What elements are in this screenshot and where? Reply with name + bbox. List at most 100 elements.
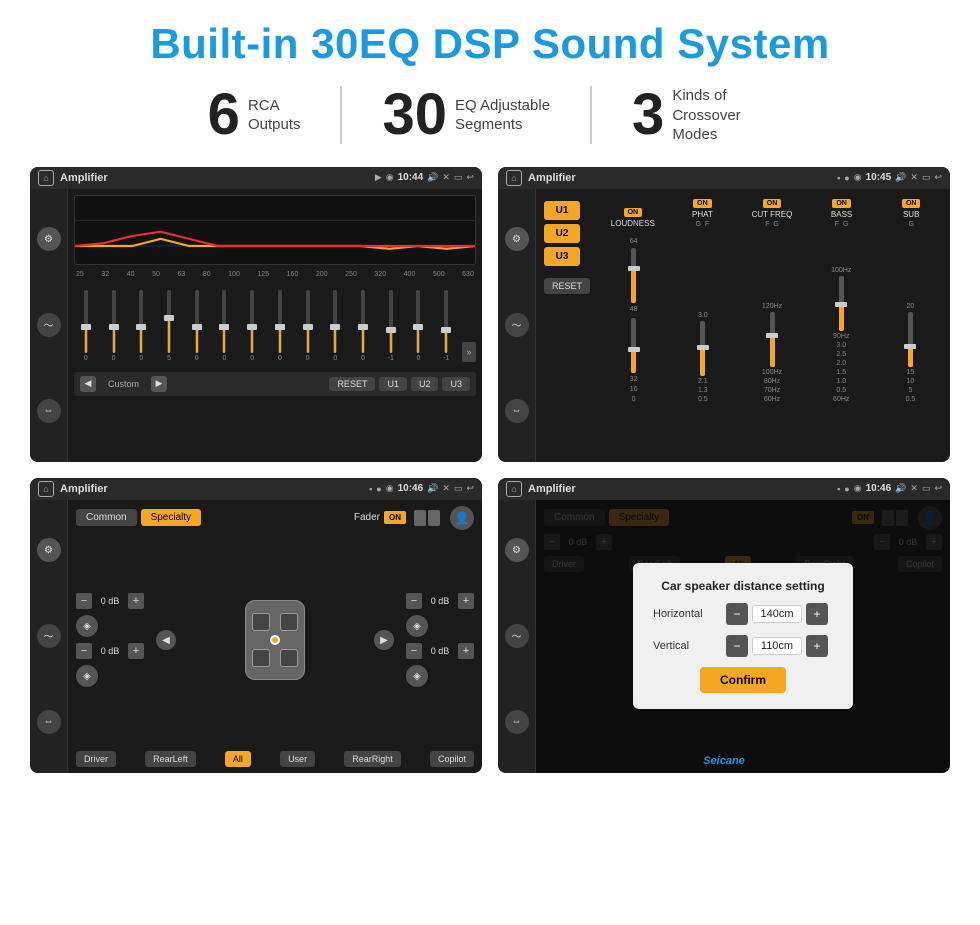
eq-u1-btn[interactable]: U1 (379, 377, 407, 391)
eq-graph: .grid-line { stroke: #333; stroke-width:… (74, 195, 476, 265)
amp-channels: ON LOUDNESS ON PHAT G F ON (602, 195, 942, 403)
modal-title: Car speaker distance setting (653, 579, 833, 593)
fader-driver-btn[interactable]: Driver (76, 751, 116, 767)
eq-u3-btn[interactable]: U3 (442, 377, 470, 391)
eq-slider-6[interactable]: 0 (213, 290, 237, 362)
eq-slider-10[interactable]: 0 (323, 290, 347, 362)
amp-arrows-icon[interactable]: ⇔ (505, 399, 529, 423)
eq-reset-btn[interactable]: RESET (329, 377, 375, 391)
amp-on-bass[interactable]: ON (832, 199, 851, 208)
fader-rearright-btn[interactable]: RearRight (344, 751, 401, 767)
fader-plus-fl[interactable]: + (128, 593, 144, 609)
amp-cutfreq-label: CUT FREQ (752, 210, 793, 219)
fader-user-btn[interactable]: User (280, 751, 315, 767)
fader-right-controls: − 0 dB + ◈ − 0 dB + ◈ (406, 593, 474, 687)
eq-main: .grid-line { stroke: #333; stroke-width:… (68, 189, 482, 462)
modal-vertical-value: 110cm (752, 637, 802, 655)
bass-slider[interactable] (839, 276, 844, 331)
eq-slider-7[interactable]: 0 (240, 290, 264, 362)
eq-slider-4[interactable]: 5 (157, 290, 181, 362)
fader-user-icon[interactable]: 👤 (450, 506, 474, 530)
fader-rearleft-btn[interactable]: RearLeft (145, 751, 196, 767)
modal-vertical-minus[interactable]: − (726, 635, 748, 657)
phat-slider[interactable] (700, 321, 705, 376)
dist-wave-icon[interactable]: 〜 (505, 624, 529, 648)
modal-horizontal-plus[interactable]: + (806, 603, 828, 625)
fader-val-rl: 0 dB (96, 646, 124, 656)
fader-plus-fr[interactable]: + (458, 593, 474, 609)
sub-slider[interactable] (908, 312, 913, 367)
amp-u3-btn[interactable]: U3 (544, 247, 580, 266)
dist-dot-icon: ● (844, 484, 849, 494)
stat-number-6: 6 (208, 86, 240, 144)
eq-slider-1[interactable]: 0 (74, 290, 98, 362)
amp-u2-btn[interactable]: U2 (544, 224, 580, 243)
screens-grid: Amplifier ▶ ◉ 10:44 🔊 ✕ ▭ ↩ ⚙ 〜 ⇔ (30, 167, 950, 773)
eq-arrows-icon[interactable]: ⇔ (37, 399, 61, 423)
eq-wave-icon[interactable]: 〜 (37, 313, 61, 337)
fader-wave-icon[interactable]: 〜 (37, 624, 61, 648)
fader-home-icon[interactable] (38, 481, 54, 497)
eq-more-icon[interactable]: » (462, 342, 476, 362)
stat-label-rca: RCAOutputs (248, 96, 301, 135)
dist-settings-icon[interactable]: ⚙ (505, 538, 529, 562)
eq-slider-5[interactable]: 0 (185, 290, 209, 362)
eq-slider-3[interactable]: 0 (129, 290, 153, 362)
amp-reset-btn[interactable]: RESET (544, 278, 590, 294)
dist-volume-icon: 🔊 (895, 483, 906, 494)
eq-slider-11[interactable]: 0 (351, 290, 375, 362)
fader-tab-common[interactable]: Common (76, 509, 137, 526)
fader-plus-rr[interactable]: + (458, 643, 474, 659)
amp-wave-icon[interactable]: 〜 (505, 313, 529, 337)
modal-horizontal-ctrl: − 140cm + (726, 603, 828, 625)
fader-all-btn[interactable]: All (225, 751, 251, 767)
fader-minus-fl[interactable]: − (76, 593, 92, 609)
eq-content: ⚙ 〜 ⇔ .grid-line { stroke: #333; stroke-… (30, 189, 482, 462)
eq-slider-14[interactable]: -1 (434, 290, 458, 362)
amp-on-phat[interactable]: ON (693, 199, 712, 208)
eq-slider-13[interactable]: 0 (407, 290, 431, 362)
fader-plus-rl[interactable]: + (128, 643, 144, 659)
amp-dot-icon: ● (844, 173, 849, 183)
fader-db-fr: − 0 dB + (406, 593, 474, 609)
fader-left-btn[interactable]: ◀ (156, 630, 176, 650)
eq-u2-btn[interactable]: U2 (411, 377, 439, 391)
amp-back-icon: ↩ (934, 172, 942, 183)
fader-minus-fr[interactable]: − (406, 593, 422, 609)
dist-home-icon[interactable] (506, 481, 522, 497)
eq-settings-icon[interactable]: ⚙ (37, 227, 61, 251)
fader-body: − 0 dB + ◈ − 0 dB + ◈ (76, 536, 474, 745)
fader-arrows-icon[interactable]: ⇔ (37, 710, 61, 734)
fader-tab-specialty[interactable]: Specialty (141, 509, 202, 526)
amp-settings-icon[interactable]: ⚙ (505, 227, 529, 251)
amp-on-sub[interactable]: ON (902, 199, 921, 208)
fader-on-badge[interactable]: ON (384, 511, 406, 524)
eq-slider-2[interactable]: 0 (102, 290, 126, 362)
fader-minus-rr[interactable]: − (406, 643, 422, 659)
amp-home-icon[interactable] (506, 170, 522, 186)
fader-minus-rl[interactable]: − (76, 643, 92, 659)
amp-window-icon: ▭ (922, 172, 931, 183)
fader-copilot-btn[interactable]: Copilot (430, 751, 474, 767)
loudness-slider[interactable] (631, 248, 636, 303)
amp-main: U1 U2 U3 RESET ON LOUDNESS (536, 189, 950, 462)
loudness-slider2[interactable] (631, 318, 636, 373)
eq-slider-9[interactable]: 0 (296, 290, 320, 362)
fader-settings-icon[interactable]: ⚙ (37, 538, 61, 562)
volume-icon: 🔊 (427, 172, 438, 183)
eq-slider-8[interactable]: 0 (268, 290, 292, 362)
cutfreq-slider[interactable] (770, 312, 775, 367)
amp-u1-btn[interactable]: U1 (544, 201, 580, 220)
eq-slider-12[interactable]: -1 (379, 290, 403, 362)
modal-confirm-button[interactable]: Confirm (700, 667, 786, 693)
eq-prev-btn[interactable]: ◀ (80, 376, 96, 392)
amp-on-loudness[interactable]: ON (624, 208, 643, 217)
amp-on-cutfreq[interactable]: ON (763, 199, 782, 208)
dist-arrows-icon[interactable]: ⇔ (505, 710, 529, 734)
eq-next-btn[interactable]: ▶ (151, 376, 167, 392)
dist-window-icon: ▭ (922, 483, 931, 494)
modal-horizontal-minus[interactable]: − (726, 603, 748, 625)
modal-vertical-plus[interactable]: + (806, 635, 828, 657)
home-icon[interactable] (38, 170, 54, 186)
fader-right-btn[interactable]: ▶ (374, 630, 394, 650)
